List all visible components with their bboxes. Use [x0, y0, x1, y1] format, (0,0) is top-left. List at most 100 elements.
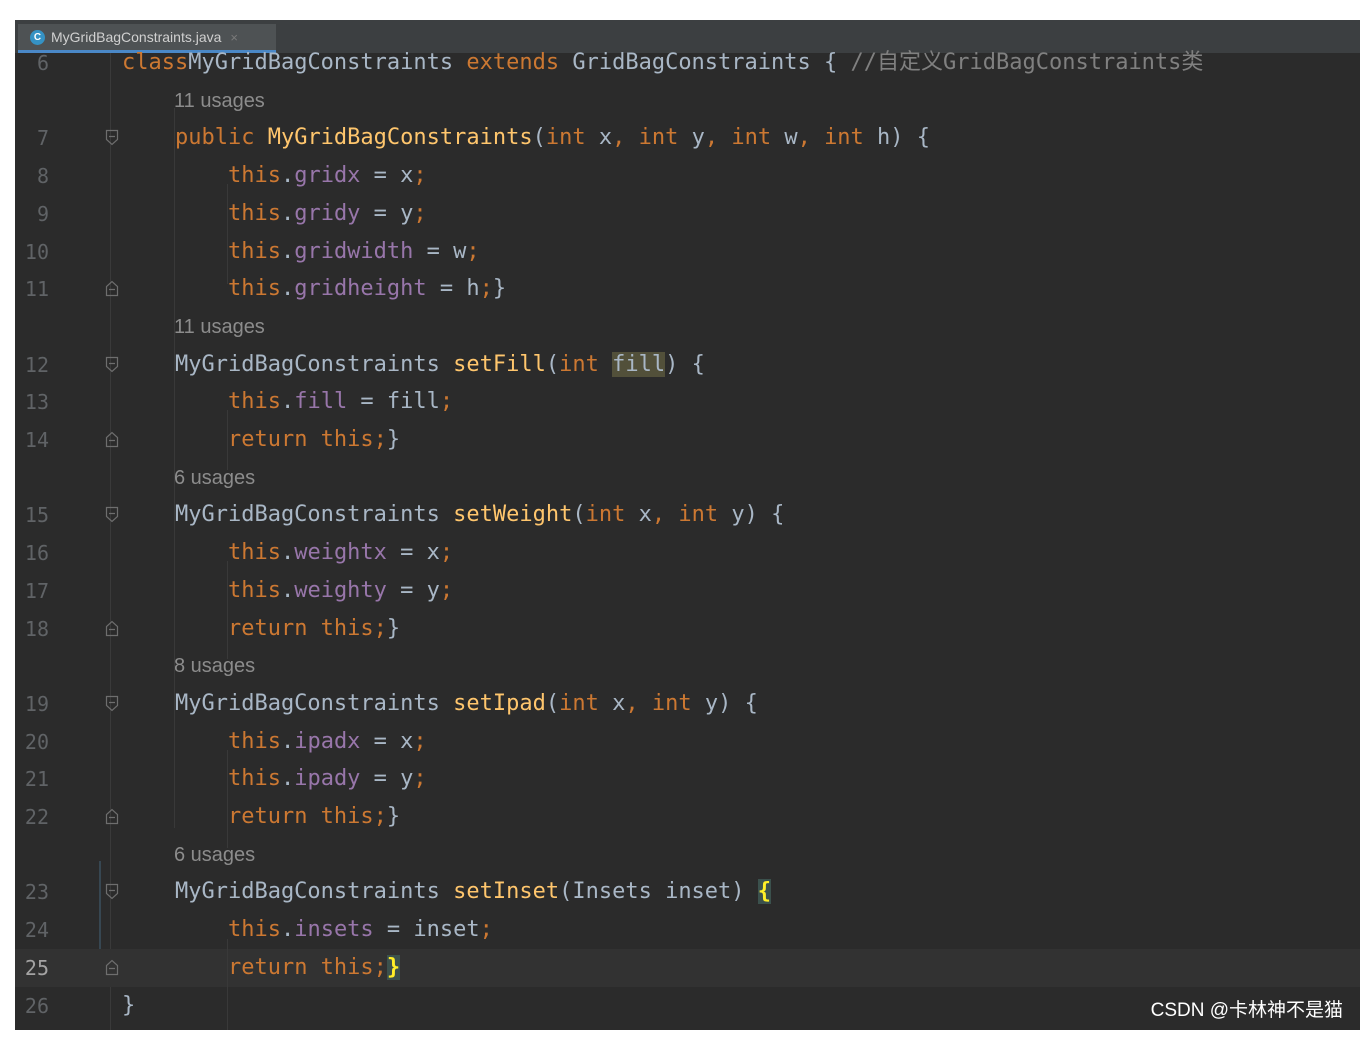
line-number: 15: [24, 503, 49, 528]
code-token: this: [227, 163, 281, 189]
code-token: }: [386, 954, 401, 980]
line-number: 22: [24, 805, 49, 829]
watermark: CSDN @卡林神不是猫: [1150, 1000, 1343, 1021]
code-line[interactable]: 15 MyGridBagConstraints setWeight(int x,…: [15, 496, 1360, 534]
code-token: int: [638, 125, 692, 151]
code-token: class: [122, 50, 189, 75]
code-token: y) {: [731, 502, 785, 528]
code-token: int: [585, 502, 639, 528]
indent-guide: [227, 750, 228, 848]
indent-guide: [227, 939, 228, 1030]
code-text: MyGridBagConstraints setInset(Insets ins…: [122, 873, 772, 911]
usages-hint[interactable]: 6 usages: [174, 836, 255, 874]
code-line[interactable]: 19 MyGridBagConstraints setIpad(int x, i…: [15, 685, 1360, 723]
code-token: int: [824, 125, 878, 151]
fold-collapse-icon[interactable]: [105, 883, 119, 900]
code-token: ;: [439, 540, 454, 566]
code-text: classMyGridBagConstraints extends GridBa…: [122, 44, 1203, 82]
code-line[interactable]: 24 this.insets = inset;: [15, 911, 1360, 949]
code-line[interactable]: 20 this.ipadx = x;: [15, 723, 1360, 761]
code-token: = fill: [347, 389, 440, 415]
code-line[interactable]: 22 return this;}: [15, 798, 1360, 836]
code-line[interactable]: 10 this.gridwidth = w;: [15, 233, 1360, 271]
code-token: .: [280, 389, 295, 415]
code-token: this: [227, 389, 281, 415]
fold-end-icon[interactable]: [105, 431, 119, 448]
code-token: setFill: [453, 351, 546, 377]
code-token: = y: [386, 577, 440, 603]
code-editor[interactable]: 6 classMyGridBagConstraints extends GridB…: [15, 50, 1360, 1030]
code-line[interactable]: 23 MyGridBagConstraints setInset(Insets …: [15, 873, 1360, 911]
code-line[interactable]: 25 return this;}: [15, 948, 1360, 987]
code-token: MyGridBagConstraints: [122, 690, 454, 716]
line-number: 23: [24, 880, 49, 905]
code-line[interactable]: 7 public MyGridBagConstraints(int x, int…: [15, 119, 1360, 157]
code-line[interactable]: 6 classMyGridBagConstraints extends GridB…: [15, 44, 1360, 82]
code-token: ;: [413, 766, 427, 792]
line-number: 24: [24, 918, 49, 943]
code-token: .: [280, 276, 295, 302]
code-text: this.gridy = y;: [122, 195, 427, 233]
code-line[interactable]: 8 this.gridx = x;: [15, 157, 1360, 195]
code-token: ,: [625, 690, 652, 716]
code-token: = w: [413, 238, 467, 264]
code-token: ;: [439, 577, 454, 603]
code-token: this: [227, 728, 281, 754]
code-token: ,: [797, 125, 825, 151]
code-line[interactable]: 9 this.gridy = y;: [15, 195, 1360, 233]
code-line[interactable]: 17 this.weighty = y;: [15, 572, 1360, 610]
code-token: ;: [439, 389, 454, 415]
line-number: 14: [24, 428, 49, 452]
fold-end-icon[interactable]: [105, 959, 119, 976]
line-number: 26: [24, 993, 49, 1018]
code-token: (: [572, 502, 586, 528]
usages-hint[interactable]: 11 usages: [174, 308, 265, 346]
usages-hint[interactable]: 11 usages: [174, 82, 265, 120]
usages-hint[interactable]: 8 usages: [174, 647, 255, 685]
code-line[interactable]: 14 return this;}: [15, 421, 1360, 459]
code-text: this.weighty = y;: [122, 572, 453, 610]
code-token: int: [559, 351, 613, 377]
code-token: ;: [479, 917, 493, 943]
fold-end-icon[interactable]: [105, 808, 119, 825]
code-token: (: [532, 125, 546, 151]
code-token: (: [545, 690, 560, 716]
code-token: GridBagConstraints {: [559, 50, 851, 75]
code-text: this.gridwidth = w;: [122, 233, 480, 271]
code-line[interactable]: 11 this.gridheight = h;}: [15, 270, 1360, 308]
close-icon[interactable]: ×: [230, 30, 238, 45]
code-token: this: [227, 766, 281, 792]
code-text: MyGridBagConstraints setFill(int fill) {: [122, 346, 705, 384]
code-token: ipadx: [294, 728, 361, 754]
code-token: weightx: [294, 540, 387, 566]
code-token: int: [545, 125, 599, 151]
code-line[interactable]: 16 this.weightx = x;: [15, 534, 1360, 572]
code-token: this: [227, 276, 281, 302]
line-number: 9: [36, 201, 49, 226]
code-text: this.ipadx = x;: [122, 723, 427, 761]
code-token: MyGridBagConstraints: [122, 351, 454, 377]
fold-collapse-icon[interactable]: [105, 356, 119, 373]
code-line[interactable]: 13 this.fill = fill;: [15, 383, 1360, 421]
indent-guide: [227, 561, 228, 659]
code-token: = y: [360, 766, 414, 792]
fold-collapse-icon[interactable]: [105, 506, 119, 523]
code-token: setWeight: [453, 502, 573, 528]
usages-hint[interactable]: 6 usages: [174, 459, 255, 497]
code-token: }: [492, 276, 507, 302]
fold-collapse-icon[interactable]: [105, 129, 119, 146]
code-line[interactable]: 18 return this;}: [15, 610, 1360, 648]
code-token: }: [122, 992, 136, 1018]
code-token: x: [638, 502, 652, 528]
code-text: this.gridheight = h;}: [122, 270, 506, 308]
indent-guide: [174, 108, 175, 828]
code-line[interactable]: 21 this.ipady = y;: [15, 760, 1360, 798]
fold-collapse-icon[interactable]: [105, 695, 119, 712]
code-line[interactable]: 12 MyGridBagConstraints setFill(int fill…: [15, 346, 1360, 384]
fold-end-icon[interactable]: [105, 280, 119, 297]
fold-end-icon[interactable]: [105, 620, 119, 637]
code-token: ,: [651, 502, 679, 528]
code-token: y) {: [704, 690, 758, 716]
